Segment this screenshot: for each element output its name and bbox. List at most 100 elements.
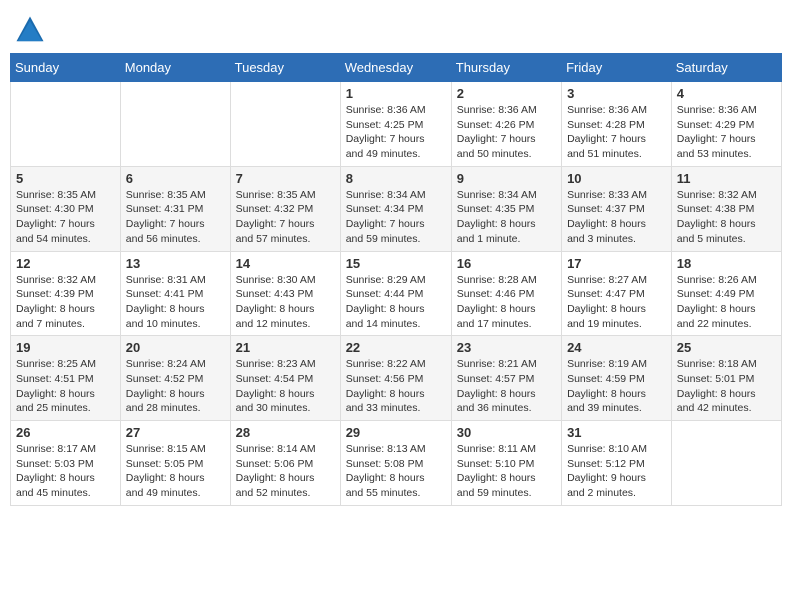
calendar-cell	[11, 82, 121, 167]
calendar-cell: 1Sunrise: 8:36 AM Sunset: 4:25 PM Daylig…	[340, 82, 451, 167]
day-number: 6	[126, 171, 225, 186]
calendar-cell: 13 Sunrise: 8:31 AM Sunset: 4:41 PM Dayli…	[120, 251, 230, 336]
day-number: 27	[126, 425, 225, 440]
day-number: 10	[567, 171, 666, 186]
day-number: 23	[457, 340, 556, 355]
day-info: Sunrise: 8:29 AM Sunset: 4:44 PM Dayligh…	[346, 273, 446, 332]
day-number: 4	[677, 86, 776, 101]
day-info: Sunrise: 8:28 AM Sunset: 4:46 PM Dayligh…	[457, 273, 556, 332]
weekday-header-wednesday: Wednesday	[340, 54, 451, 82]
day-number: 22	[346, 340, 446, 355]
calendar-cell: 28 Sunrise: 8:14 AM Sunset: 5:06 PM Dayli…	[230, 421, 340, 506]
calendar-table: SundayMondayTuesdayWednesdayThursdayFrid…	[10, 53, 782, 506]
calendar-week-row: 1Sunrise: 8:36 AM Sunset: 4:25 PM Daylig…	[11, 82, 782, 167]
page-header	[10, 10, 782, 45]
day-info: Sunrise: 8:32 AM Sunset: 4:38 PM Dayligh…	[677, 188, 776, 247]
calendar-cell: 16 Sunrise: 8:28 AM Sunset: 4:46 PM Dayli…	[451, 251, 561, 336]
day-info: Sunrise: 8:32 AM Sunset: 4:39 PM Dayligh…	[16, 273, 115, 332]
day-info: Sunrise: 8:21 AM Sunset: 4:57 PM Dayligh…	[457, 357, 556, 416]
calendar-cell: 18 Sunrise: 8:26 AM Sunset: 4:49 PM Dayli…	[671, 251, 781, 336]
day-number: 8	[346, 171, 446, 186]
weekday-header-row: SundayMondayTuesdayWednesdayThursdayFrid…	[11, 54, 782, 82]
day-info: Sunrise: 8:11 AM Sunset: 5:10 PM Dayligh…	[457, 442, 556, 501]
day-info: Sunrise: 8:36 AM Sunset: 4:26 PM Dayligh…	[457, 103, 556, 162]
weekday-header-sunday: Sunday	[11, 54, 121, 82]
calendar-cell: 30 Sunrise: 8:11 AM Sunset: 5:10 PM Dayli…	[451, 421, 561, 506]
calendar-cell: 12 Sunrise: 8:32 AM Sunset: 4:39 PM Dayli…	[11, 251, 121, 336]
weekday-header-monday: Monday	[120, 54, 230, 82]
calendar-cell: 8 Sunrise: 8:34 AM Sunset: 4:34 PM Daylig…	[340, 166, 451, 251]
day-number: 31	[567, 425, 666, 440]
day-number: 29	[346, 425, 446, 440]
day-number: 28	[236, 425, 335, 440]
day-number: 17	[567, 256, 666, 271]
day-number: 3	[567, 86, 666, 101]
day-number: 5	[16, 171, 115, 186]
calendar-cell: 15 Sunrise: 8:29 AM Sunset: 4:44 PM Dayli…	[340, 251, 451, 336]
calendar-cell: 5Sunrise: 8:35 AM Sunset: 4:30 PM Daylig…	[11, 166, 121, 251]
day-number: 15	[346, 256, 446, 271]
day-info: Sunrise: 8:26 AM Sunset: 4:49 PM Dayligh…	[677, 273, 776, 332]
logo-icon	[15, 15, 45, 45]
day-number: 7	[236, 171, 335, 186]
calendar-cell: 29Sunrise: 8:13 AM Sunset: 5:08 PM Dayli…	[340, 421, 451, 506]
calendar-cell: 4 Sunrise: 8:36 AM Sunset: 4:29 PM Daylig…	[671, 82, 781, 167]
calendar-cell: 17 Sunrise: 8:27 AM Sunset: 4:47 PM Dayli…	[562, 251, 672, 336]
day-number: 2	[457, 86, 556, 101]
weekday-header-saturday: Saturday	[671, 54, 781, 82]
calendar-cell: 11 Sunrise: 8:32 AM Sunset: 4:38 PM Dayli…	[671, 166, 781, 251]
day-info: Sunrise: 8:14 AM Sunset: 5:06 PM Dayligh…	[236, 442, 335, 501]
day-number: 30	[457, 425, 556, 440]
day-info: Sunrise: 8:35 AM Sunset: 4:31 PM Dayligh…	[126, 188, 225, 247]
day-info: Sunrise: 8:34 AM Sunset: 4:35 PM Dayligh…	[457, 188, 556, 247]
calendar-cell: 9Sunrise: 8:34 AM Sunset: 4:35 PM Daylig…	[451, 166, 561, 251]
day-number: 12	[16, 256, 115, 271]
calendar-week-row: 5Sunrise: 8:35 AM Sunset: 4:30 PM Daylig…	[11, 166, 782, 251]
day-number: 13	[126, 256, 225, 271]
day-info: Sunrise: 8:30 AM Sunset: 4:43 PM Dayligh…	[236, 273, 335, 332]
day-info: Sunrise: 8:19 AM Sunset: 4:59 PM Dayligh…	[567, 357, 666, 416]
day-number: 14	[236, 256, 335, 271]
calendar-cell: 25 Sunrise: 8:18 AM Sunset: 5:01 PM Dayli…	[671, 336, 781, 421]
day-info: Sunrise: 8:36 AM Sunset: 4:29 PM Dayligh…	[677, 103, 776, 162]
day-number: 20	[126, 340, 225, 355]
calendar-cell: 7 Sunrise: 8:35 AM Sunset: 4:32 PM Daylig…	[230, 166, 340, 251]
day-info: Sunrise: 8:36 AM Sunset: 4:28 PM Dayligh…	[567, 103, 666, 162]
day-number: 25	[677, 340, 776, 355]
weekday-header-thursday: Thursday	[451, 54, 561, 82]
calendar-cell: 19Sunrise: 8:25 AM Sunset: 4:51 PM Dayli…	[11, 336, 121, 421]
day-number: 18	[677, 256, 776, 271]
calendar-cell: 24 Sunrise: 8:19 AM Sunset: 4:59 PM Dayli…	[562, 336, 672, 421]
calendar-cell: 3 Sunrise: 8:36 AM Sunset: 4:28 PM Daylig…	[562, 82, 672, 167]
calendar-week-row: 26Sunrise: 8:17 AM Sunset: 5:03 PM Dayli…	[11, 421, 782, 506]
calendar-cell: 27 Sunrise: 8:15 AM Sunset: 5:05 PM Dayli…	[120, 421, 230, 506]
calendar-cell: 6 Sunrise: 8:35 AM Sunset: 4:31 PM Daylig…	[120, 166, 230, 251]
day-number: 21	[236, 340, 335, 355]
day-info: Sunrise: 8:23 AM Sunset: 4:54 PM Dayligh…	[236, 357, 335, 416]
day-info: Sunrise: 8:10 AM Sunset: 5:12 PM Dayligh…	[567, 442, 666, 501]
day-number: 24	[567, 340, 666, 355]
day-number: 1	[346, 86, 446, 101]
day-info: Sunrise: 8:24 AM Sunset: 4:52 PM Dayligh…	[126, 357, 225, 416]
day-info: Sunrise: 8:31 AM Sunset: 4:41 PM Dayligh…	[126, 273, 225, 332]
day-info: Sunrise: 8:34 AM Sunset: 4:34 PM Dayligh…	[346, 188, 446, 247]
day-info: Sunrise: 8:15 AM Sunset: 5:05 PM Dayligh…	[126, 442, 225, 501]
calendar-cell: 20 Sunrise: 8:24 AM Sunset: 4:52 PM Dayli…	[120, 336, 230, 421]
day-number: 11	[677, 171, 776, 186]
logo	[15, 15, 49, 45]
calendar-week-row: 12 Sunrise: 8:32 AM Sunset: 4:39 PM Dayli…	[11, 251, 782, 336]
day-number: 16	[457, 256, 556, 271]
day-info: Sunrise: 8:35 AM Sunset: 4:32 PM Dayligh…	[236, 188, 335, 247]
calendar-cell	[120, 82, 230, 167]
day-number: 26	[16, 425, 115, 440]
day-info: Sunrise: 8:18 AM Sunset: 5:01 PM Dayligh…	[677, 357, 776, 416]
calendar-cell: 2 Sunrise: 8:36 AM Sunset: 4:26 PM Daylig…	[451, 82, 561, 167]
day-info: Sunrise: 8:33 AM Sunset: 4:37 PM Dayligh…	[567, 188, 666, 247]
calendar-cell	[230, 82, 340, 167]
calendar-cell: 26Sunrise: 8:17 AM Sunset: 5:03 PM Dayli…	[11, 421, 121, 506]
day-info: Sunrise: 8:27 AM Sunset: 4:47 PM Dayligh…	[567, 273, 666, 332]
calendar-cell	[671, 421, 781, 506]
calendar-cell: 23 Sunrise: 8:21 AM Sunset: 4:57 PM Dayli…	[451, 336, 561, 421]
calendar-cell: 22Sunrise: 8:22 AM Sunset: 4:56 PM Dayli…	[340, 336, 451, 421]
weekday-header-friday: Friday	[562, 54, 672, 82]
